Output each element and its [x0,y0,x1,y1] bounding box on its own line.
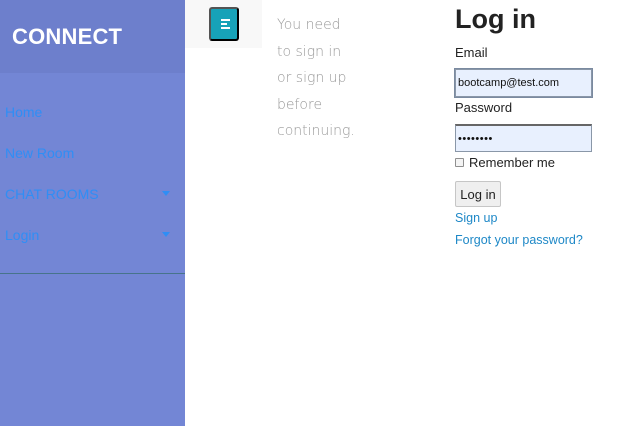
password-label: Password [455,100,513,115]
sidebar-nav: Home New Room CHAT ROOMS Login [0,73,185,255]
align-left-icon-line [221,23,227,25]
page-title: Log in [455,4,536,34]
flash-message-line: before [277,96,323,113]
caret-down-icon[interactable] [162,232,170,237]
caret-down-icon[interactable] [162,191,170,196]
sidebar-item-label[interactable]: Login [5,227,39,243]
sidebar-item-label[interactable]: CHAT ROOMS [5,186,99,202]
sidebar-item-home[interactable]: Home [0,91,185,132]
email-field[interactable] [455,69,592,97]
align-left-icon [221,19,230,21]
forgot-password-link[interactable]: Forgot your password? [455,233,583,247]
sidebar-item-label[interactable]: New Room [5,145,74,161]
sign-up-link[interactable]: Sign up [455,211,497,225]
sidebar: CONNECT Home New Room CHAT ROOMS Login [0,0,185,426]
flash-message-line: continuing. [277,123,355,139]
sidebar-divider [0,273,185,274]
sidebar-item-chat-rooms[interactable]: CHAT ROOMS [0,173,185,214]
remember-me: Remember me [455,155,555,170]
sidebar-item-new-room[interactable]: New Room [0,132,185,173]
email-label: Email [455,45,488,60]
align-left-icon-line [221,27,230,29]
sidebar-header: CONNECT [0,0,185,73]
flash-message: You need to sign in or sign up before co… [277,12,367,145]
remember-me-checkbox[interactable] [455,158,464,167]
remember-me-label[interactable]: Remember me [469,155,555,170]
flash-message-line: or sign up [277,70,347,86]
password-field[interactable] [455,124,592,152]
sidebar-toggle-button[interactable] [209,7,239,41]
brand-title: CONNECT [12,23,123,49]
flash-message-line: to sign in [277,43,342,60]
sidebar-item-label[interactable]: Home [5,104,42,120]
login-submit-button[interactable]: Log in [455,181,501,207]
flash-message-line: You need [277,17,341,33]
sidebar-item-login[interactable]: Login [0,214,185,255]
